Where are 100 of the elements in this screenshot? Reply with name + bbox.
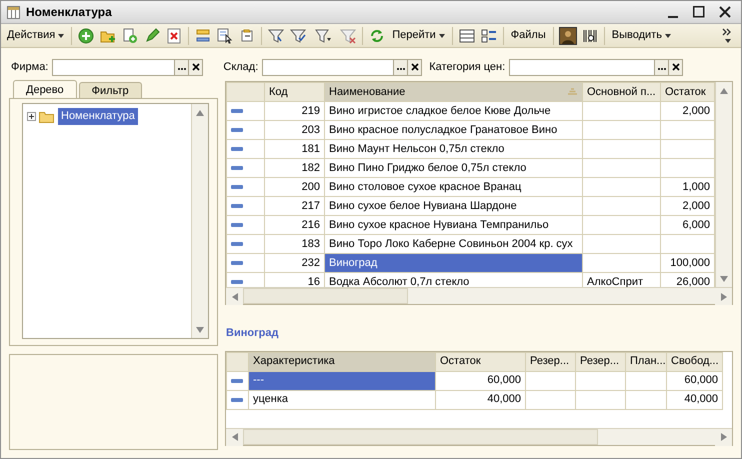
column-header[interactable]: Основной п... [582, 82, 660, 102]
field-label: Категория цен: [429, 60, 506, 75]
section-title: Виноград [226, 326, 280, 341]
menu-button[interactable]: Выводить [608, 26, 674, 46]
table-cell[interactable]: Вино сухое белое Нувиана Шардоне [324, 196, 582, 216]
filter-clear-icon[interactable] [340, 28, 356, 44]
column-header[interactable]: Резер... [526, 352, 576, 371]
grid-icon [7, 6, 20, 18]
table-cell [626, 371, 666, 390]
folder-move-icon[interactable] [239, 28, 256, 44]
table-cell: 182 [264, 158, 324, 178]
hierarchy-icon[interactable] [195, 28, 212, 44]
table-cell: 60,000 [436, 371, 526, 390]
input-field[interactable] [262, 58, 422, 76]
close-icon [719, 6, 731, 18]
item-icon [231, 378, 243, 382]
column-header[interactable]: Характеристика [248, 352, 436, 371]
table-cell: 60,000 [666, 371, 722, 390]
clear-icon[interactable] [410, 63, 419, 71]
list-icon[interactable] [458, 28, 475, 44]
window-title: Номенклатура [26, 4, 113, 21]
column-header-label: Наименование [329, 84, 406, 100]
column-header-label: Код [269, 84, 289, 100]
item-icon [231, 185, 243, 189]
table-cell: 219 [264, 102, 324, 120]
expand-icon[interactable] [27, 112, 36, 121]
item-icon [231, 398, 243, 402]
table-cell [526, 371, 576, 390]
table-cell[interactable]: Вино сухое красное Нувиана Темпранильо [324, 216, 582, 234]
tab[interactable]: Фильтр [78, 82, 142, 98]
table-cell: 203 [264, 120, 324, 140]
scrollbar[interactable] [715, 82, 732, 287]
filter-icon[interactable] [268, 28, 284, 44]
input-field[interactable] [52, 58, 204, 76]
column-header[interactable]: Остаток [660, 82, 714, 102]
table-cell[interactable]: --- [248, 371, 436, 390]
minimize-icon [668, 16, 678, 18]
column-header[interactable]: План... [626, 352, 666, 371]
table-cell: 183 [264, 234, 324, 254]
table-cell: 40,000 [436, 390, 526, 409]
table-cell: 217 [264, 196, 324, 216]
delete-icon[interactable] [166, 28, 182, 44]
table-cell: 40,000 [666, 390, 722, 409]
item-icon [231, 261, 243, 265]
filter-icon[interactable] [290, 28, 306, 44]
item-icon [231, 280, 243, 284]
item-icon [231, 128, 243, 132]
table-cell [576, 390, 626, 409]
table-cell[interactable]: Виноград [324, 254, 582, 272]
field-label: Фирма: [11, 60, 48, 75]
input-field[interactable] [509, 58, 684, 76]
column-header[interactable]: Остаток [436, 352, 526, 371]
item-icon [231, 242, 243, 246]
overflow-icon[interactable] [722, 26, 734, 44]
table-cell [526, 390, 576, 409]
table-cell[interactable]: Вино игристое сладкое белое Кюве Дольче [324, 102, 582, 120]
table-cell [626, 390, 666, 409]
column-header-label: Основной п... [587, 84, 656, 100]
table-cell[interactable]: Вино столовое сухое красное Вранац [324, 178, 582, 196]
maximize-icon [693, 6, 705, 18]
menu-button[interactable]: Перейти [389, 26, 448, 46]
barcode-icon[interactable] [582, 28, 598, 44]
pencil-icon[interactable] [144, 28, 160, 44]
table-cell: 181 [264, 140, 324, 158]
table-cell: 200 [264, 178, 324, 196]
tree-item[interactable]: Номенклатура [58, 108, 138, 124]
tab[interactable]: Дерево [13, 80, 77, 98]
item-icon [231, 204, 243, 208]
filter-icon[interactable] [315, 28, 332, 44]
scrollbar[interactable] [226, 428, 732, 444]
add-icon[interactable] [78, 28, 94, 44]
folder-icon [39, 110, 55, 123]
copy-icon[interactable] [122, 28, 138, 44]
table-cell[interactable]: Вино красное полусладкое Гранатовое Вино [324, 120, 582, 140]
clear-icon[interactable] [672, 63, 680, 71]
item-icon [231, 147, 243, 151]
column-header[interactable]: Код [264, 82, 324, 102]
refresh-icon[interactable] [369, 28, 386, 44]
clear-icon[interactable] [192, 63, 200, 71]
item-icon [231, 166, 243, 170]
column-header[interactable]: Резер... [576, 352, 626, 371]
column-header-label: Остаток [665, 84, 707, 100]
portrait-icon[interactable] [558, 26, 577, 44]
scrollbar[interactable] [226, 287, 732, 304]
table-cell[interactable]: Вино Пино Гриджо белое 0,75л стекло [324, 158, 582, 178]
table-cell [576, 371, 626, 390]
checklist-icon[interactable] [480, 28, 497, 44]
column-header[interactable]: Наименование [324, 82, 582, 102]
table-cell[interactable]: уценка [248, 390, 436, 409]
column-header[interactable]: Свобод... [666, 352, 722, 371]
sort-icon [567, 88, 578, 96]
scrollbar[interactable] [191, 104, 208, 338]
item-icon [231, 223, 243, 227]
table-cell[interactable]: Вино Маунт Нельсон 0,75л стекло [324, 140, 582, 158]
files-button[interactable]: Файлы [508, 26, 549, 46]
table-cell: 216 [264, 216, 324, 234]
select-icon[interactable] [217, 28, 234, 44]
item-icon [231, 109, 243, 113]
field-label: Склад: [223, 60, 258, 75]
menu-button[interactable]: Действия [4, 26, 68, 46]
